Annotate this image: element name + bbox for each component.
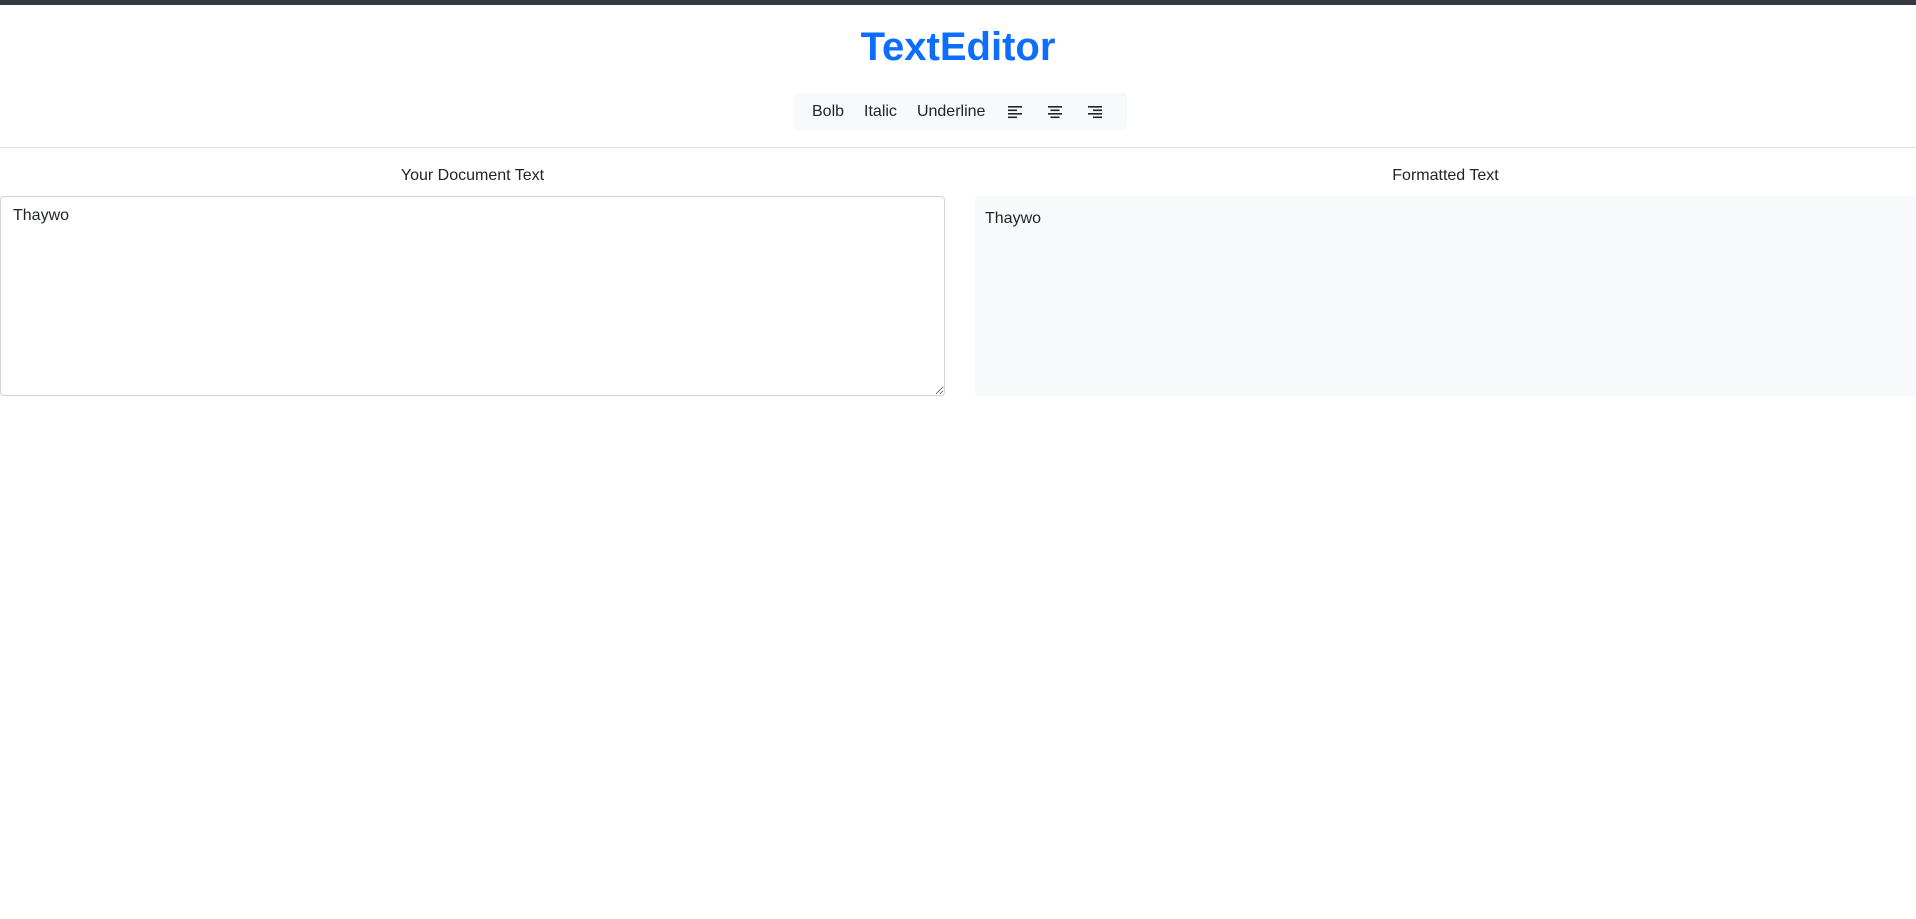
preview-label: Formatted Text [1392,167,1499,184]
align-right-button[interactable] [1075,93,1115,130]
app-title: TextEditor [860,25,1056,69]
align-left-button[interactable] [995,93,1035,130]
underline-button[interactable]: Underline [907,93,995,130]
formatting-toolbar: Bolb Italic Underline [794,93,1127,130]
italic-button[interactable]: Italic [854,93,907,130]
section-divider [0,147,1916,148]
top-strip [0,0,1916,5]
align-center-icon [1048,105,1063,118]
align-center-button[interactable] [1035,93,1075,130]
formatted-text-output: Thaywo [975,196,1916,396]
document-text-input[interactable]: Thaywo [0,196,945,396]
editor-label: Your Document Text [400,167,545,184]
align-right-icon [1088,105,1103,118]
bold-button[interactable]: Bolb [802,93,854,130]
align-left-icon [1008,105,1023,118]
